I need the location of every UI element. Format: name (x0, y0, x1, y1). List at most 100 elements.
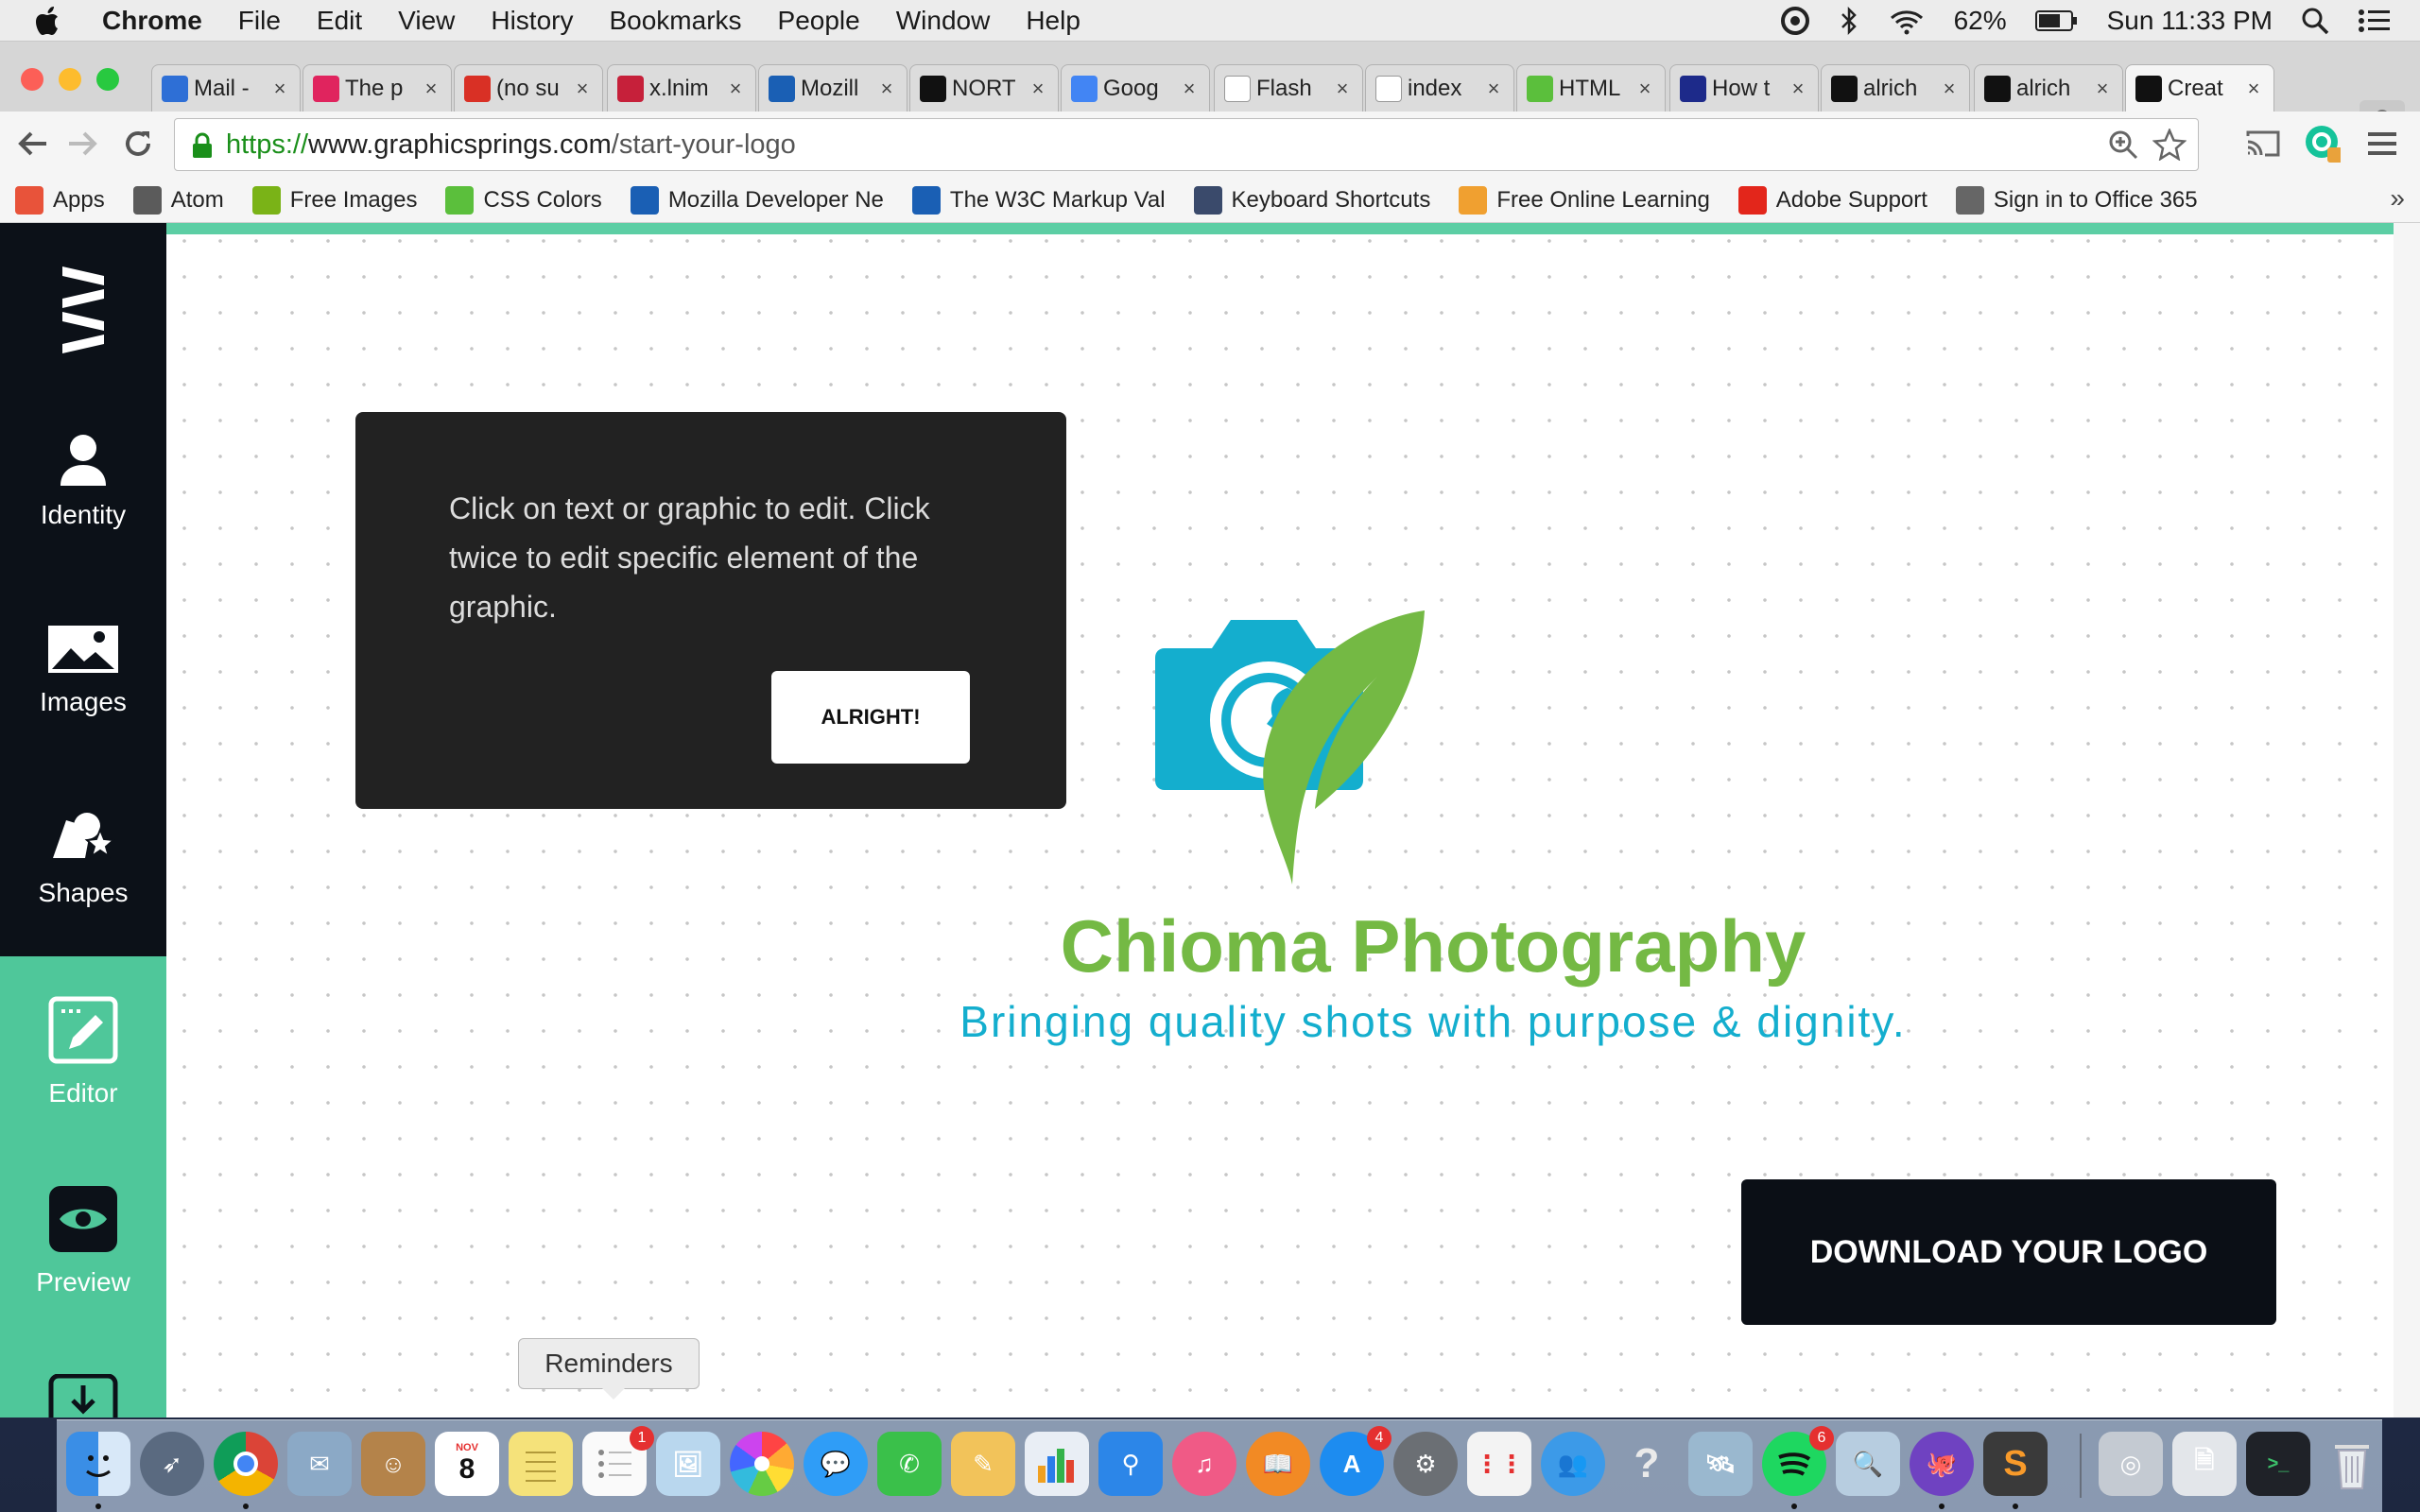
documents-stack-icon[interactable]: 🗎 (2172, 1432, 2237, 1496)
tab-close-icon[interactable]: × (572, 77, 593, 101)
menu-people[interactable]: People (778, 6, 860, 36)
instagram-icon[interactable]: ◎ (2099, 1432, 2163, 1496)
bookmark-2[interactable]: Free Images (251, 185, 417, 215)
tab-close-icon[interactable]: × (269, 77, 290, 101)
sidebar-item-identity[interactable]: Identity (0, 433, 166, 530)
image-capture-icon[interactable]: 🔍 (1836, 1432, 1900, 1496)
canvas-scrollbar-track[interactable] (2394, 223, 2420, 1418)
bookmark-star-icon[interactable] (2152, 127, 2187, 168)
tab-13[interactable]: Creat × (2125, 64, 2274, 112)
tab-1[interactable]: The p × (302, 64, 452, 112)
contacts-icon[interactable]: ☺ (361, 1432, 425, 1496)
battery-icon[interactable] (2034, 9, 2079, 33)
address-bar[interactable]: https://www.graphicsprings.com/start-you… (174, 118, 2199, 171)
battery-percent[interactable]: 62% (1954, 6, 2007, 36)
tab-close-icon[interactable]: × (2243, 77, 2264, 101)
pages-icon[interactable]: ✎ (951, 1432, 1015, 1496)
finder-icon[interactable] (66, 1432, 130, 1496)
sidebar-item-images[interactable]: Images (0, 626, 166, 717)
alright-button[interactable]: ALRIGHT! (771, 671, 970, 764)
secure-lock-icon[interactable] (192, 132, 213, 158)
network-utility-icon[interactable]: 🛰 (1688, 1432, 1753, 1496)
tab-6[interactable]: Goog × (1061, 64, 1210, 112)
sidebar-item-shapes[interactable]: Shapes (0, 811, 166, 908)
window-close-button[interactable] (21, 68, 43, 91)
tab-12[interactable]: alrich × (1974, 64, 2123, 112)
bookmark-5[interactable]: The W3C Markup Val (911, 185, 1166, 215)
tab-close-icon[interactable]: × (1332, 77, 1353, 101)
help-question-icon[interactable]: ? (1615, 1432, 1679, 1496)
menu-app-name[interactable]: Chrome (102, 6, 202, 36)
tab-close-icon[interactable]: × (1939, 77, 1960, 101)
camera-leaf-logo-graphic[interactable] (1155, 601, 1439, 896)
tab-11[interactable]: alrich × (1821, 64, 1970, 112)
reload-button[interactable] (119, 125, 157, 163)
back-button[interactable] (13, 125, 51, 163)
menu-file[interactable]: File (238, 6, 281, 36)
logo-canvas[interactable]: Click on text or graphic to edit. Click … (166, 223, 2420, 1418)
tab-7[interactable]: Flash × (1214, 64, 1363, 112)
tab-close-icon[interactable]: × (1179, 77, 1200, 101)
notes-icon[interactable] (509, 1432, 573, 1496)
tab-8[interactable]: index × (1365, 64, 1514, 112)
download-your-logo-button[interactable]: DOWNLOAD YOUR LOGO (1741, 1179, 2276, 1325)
bookmark-8[interactable]: Adobe Support (1737, 185, 1927, 215)
tab-2[interactable]: (no su × (454, 64, 603, 112)
tab-close-icon[interactable]: × (1483, 77, 1504, 101)
bookmark-7[interactable]: Free Online Learning (1459, 185, 1710, 215)
bookmarks-overflow-chevron-icon[interactable]: » (2390, 183, 2405, 214)
numbers-icon[interactable] (1025, 1432, 1089, 1496)
tab-9[interactable]: HTML × (1516, 64, 1666, 112)
tab-close-icon[interactable]: × (1788, 77, 1808, 101)
tab-close-icon[interactable]: × (725, 77, 746, 101)
chrome-icon[interactable] (214, 1432, 278, 1496)
tab-0[interactable]: Mail - × (151, 64, 301, 112)
forward-button[interactable] (64, 125, 102, 163)
spotlight-search-icon[interactable] (2301, 7, 2329, 35)
tab-4[interactable]: Mozill × (758, 64, 908, 112)
notification-center-icon[interactable] (2358, 8, 2392, 34)
logo-company-name[interactable]: Chioma Photography (734, 903, 2133, 989)
tab-3[interactable]: x.lnim × (607, 64, 756, 112)
terminal-icon[interactable]: >_ (2246, 1432, 2310, 1496)
menu-help[interactable]: Help (1026, 6, 1080, 36)
bookmark-6[interactable]: Keyboard Shortcuts (1193, 185, 1430, 215)
sidebar-item-preview[interactable]: Preview (0, 1185, 166, 1297)
menu-history[interactable]: History (491, 6, 573, 36)
sublime-text-icon[interactable]: S (1983, 1432, 2048, 1496)
clock[interactable]: Sun 11:33 PM (2107, 6, 2273, 36)
tab-close-icon[interactable]: × (1028, 77, 1048, 101)
tab-10[interactable]: How t × (1669, 64, 1819, 112)
tab-5[interactable]: NORT × (909, 64, 1059, 112)
bluetooth-icon[interactable] (1839, 6, 1859, 36)
preview-icon[interactable]: 🖼 (656, 1432, 720, 1496)
sidebar-item-editor[interactable]: Editor (0, 996, 166, 1108)
bookmark-4[interactable]: Mozilla Developer Ne (630, 185, 884, 215)
menu-bookmarks[interactable]: Bookmarks (609, 6, 741, 36)
tab-close-icon[interactable]: × (421, 77, 441, 101)
calendar-icon[interactable]: NOV 8 (435, 1432, 499, 1496)
apple-menu-icon[interactable] (36, 6, 74, 36)
photos-icon[interactable] (730, 1432, 794, 1496)
zoom-icon[interactable] (2107, 129, 2139, 168)
menu-edit[interactable]: Edit (317, 6, 362, 36)
bookmark-9[interactable]: Sign in to Office 365 (1955, 185, 2198, 215)
window-minimize-button[interactable] (59, 68, 81, 91)
graphicsprings-logo-icon[interactable] (57, 261, 110, 355)
launchpad-rocket-icon[interactable]: ➶ (140, 1432, 204, 1496)
github-icon[interactable]: 🐙 (1910, 1432, 1974, 1496)
bookmark-0[interactable]: Apps (15, 185, 105, 215)
keynote-icon[interactable]: ⚲ (1098, 1432, 1163, 1496)
itunes-icon[interactable]: ♫ (1172, 1432, 1236, 1496)
messages-icon[interactable]: 💬 (804, 1432, 868, 1496)
mail-bird-icon[interactable]: ✉ (287, 1432, 352, 1496)
system-preferences-gear-icon[interactable]: ⚙ (1393, 1432, 1458, 1496)
trash-icon[interactable] (2320, 1432, 2384, 1496)
tab-close-icon[interactable]: × (876, 77, 897, 101)
bookmark-3[interactable]: CSS Colors (445, 185, 602, 215)
status-app-icon[interactable] (1780, 6, 1810, 36)
logo-tagline[interactable]: Bringing quality shots with purpose & di… (734, 996, 2133, 1047)
cast-icon[interactable] (2244, 125, 2282, 163)
apps-grid-icon[interactable]: ⋮⋮ (1467, 1432, 1531, 1496)
ibooks-icon[interactable]: 📖 (1246, 1432, 1310, 1496)
